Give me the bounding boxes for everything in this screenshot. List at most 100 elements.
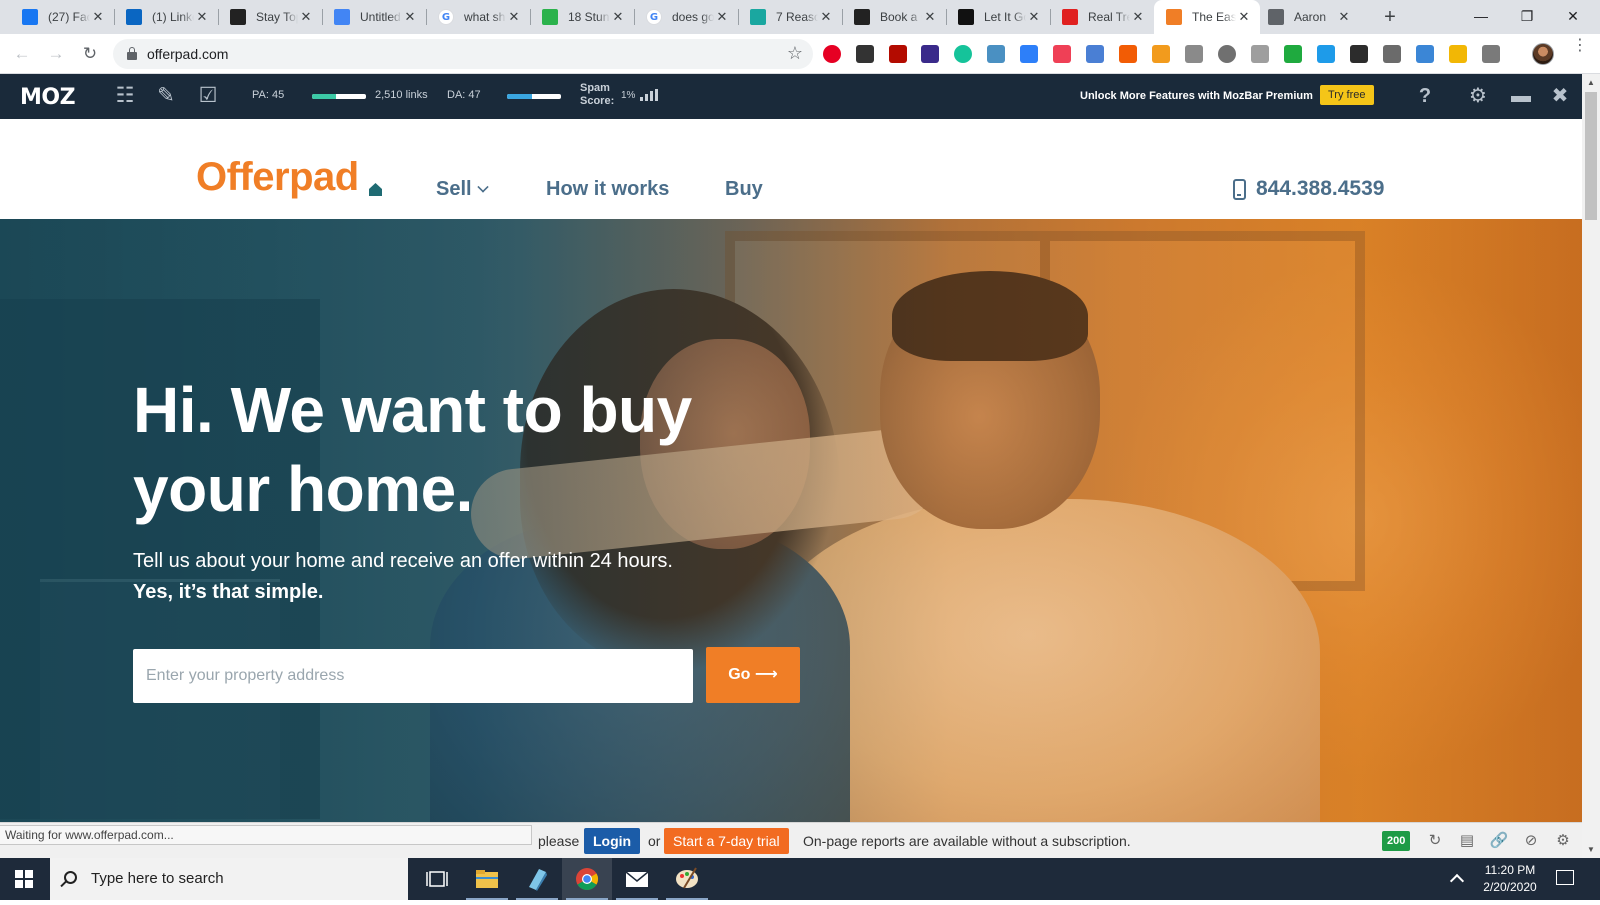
face-icon[interactable]	[1383, 45, 1401, 63]
pocket-icon[interactable]	[1053, 45, 1071, 63]
page-report-icon[interactable]: ▤	[1457, 831, 1477, 851]
crest-icon[interactable]	[1350, 45, 1368, 63]
http-status-badge[interactable]: 200	[1382, 831, 1411, 851]
m-icon[interactable]	[1317, 45, 1335, 63]
browser-tab[interactable]: Stay Top of Mind✕	[218, 0, 322, 34]
url-text[interactable]: offerpad.com	[147, 46, 228, 62]
phone-number[interactable]: 844.388.4539	[1256, 177, 1384, 201]
reload-icon[interactable]: ↻	[78, 42, 102, 66]
tab-close-icon[interactable]: ✕	[1336, 9, 1352, 25]
task-view-icon[interactable]	[412, 858, 462, 900]
browser-menu-icon[interactable]: ⋮	[1572, 38, 1588, 54]
maximize-button[interactable]: ❐	[1504, 0, 1550, 34]
notes-app-icon[interactable]	[512, 858, 562, 900]
nav-sell[interactable]: Sell	[436, 178, 489, 201]
go-button[interactable]: Go ⟶	[706, 647, 800, 703]
try-free-button[interactable]: Try free	[1320, 85, 1374, 105]
property-address-input[interactable]	[133, 649, 693, 703]
scroll-thumb[interactable]	[1585, 92, 1597, 220]
browser-tab[interactable]: Gwhat should✕	[426, 0, 530, 34]
da-metric: DA: 47	[447, 89, 481, 101]
bookmark-star-icon[interactable]: ☆	[787, 43, 803, 64]
help-icon[interactable]: ?	[1412, 83, 1438, 109]
tab-close-icon[interactable]: ✕	[1026, 9, 1042, 25]
grid-icon[interactable]	[1416, 45, 1434, 63]
taskbar-search-box[interactable]: Type here to search	[50, 858, 408, 900]
browser-tab[interactable]: Untitled document✕	[322, 0, 426, 34]
keyword-icon[interactable]: ☑	[194, 82, 222, 110]
browser-tab[interactable]: 7 Reasons✕	[738, 0, 842, 34]
tray-overflow-chevron-icon[interactable]	[1449, 873, 1465, 889]
tab-close-icon[interactable]: ✕	[610, 9, 626, 25]
page-analysis-icon[interactable]: ☷	[111, 82, 139, 110]
tab-close-icon[interactable]: ✕	[818, 9, 834, 25]
browser-tab[interactable]: Gdoes google✕	[634, 0, 738, 34]
browser-tab[interactable]: (27) Facebook✕	[10, 0, 114, 34]
pinterest-icon[interactable]	[823, 45, 841, 63]
d-icon[interactable]	[1251, 45, 1269, 63]
scroll-down-arrow-icon[interactable]: ▼	[1582, 841, 1600, 858]
moz-logo[interactable]: MOZ	[20, 85, 76, 110]
tab-close-icon[interactable]: ✕	[298, 9, 314, 25]
offerpad-logo[interactable]: Offerpad	[196, 157, 359, 197]
start-trial-button[interactable]: Start a 7-day trial	[664, 828, 789, 854]
page-scrollbar[interactable]: ▲ ▼	[1582, 74, 1600, 858]
profile-avatar[interactable]	[1532, 43, 1554, 65]
tab-close-icon[interactable]: ✕	[506, 9, 522, 25]
browser-tab[interactable]: Book a Call✕	[842, 0, 946, 34]
tab-close-icon[interactable]: ✕	[1236, 9, 1252, 25]
link-icon[interactable]: 🔗	[1489, 831, 1509, 851]
spy-glasses-icon[interactable]	[856, 45, 874, 63]
notification-center-icon[interactable]	[1556, 870, 1574, 885]
links-metric[interactable]: 2,510 links	[375, 89, 428, 101]
forward-icon[interactable]: →	[44, 42, 68, 66]
stack-icon[interactable]	[1152, 45, 1170, 63]
flag-icon[interactable]	[1284, 45, 1302, 63]
browser-tab[interactable]: Real Trends✕	[1050, 0, 1154, 34]
windows-start-icon[interactable]	[15, 870, 33, 888]
play-icon[interactable]	[1482, 45, 1500, 63]
doc-icon[interactable]	[1185, 45, 1203, 63]
browser-tab[interactable]: Aaron ✕	[1256, 0, 1360, 34]
collapse-bar-icon[interactable]: ▬	[1508, 83, 1534, 109]
paint-app-icon[interactable]	[662, 858, 712, 900]
tab-close-icon[interactable]: ✕	[922, 9, 938, 25]
tab-close-icon[interactable]: ✕	[194, 9, 210, 25]
settings-gear-icon[interactable]: ⚙	[1465, 83, 1491, 109]
chrome-icon[interactable]	[562, 858, 612, 900]
browser-tab[interactable]: (1) LinkedIn✕	[114, 0, 218, 34]
pdf-icon[interactable]	[889, 45, 907, 63]
file-explorer-icon[interactable]	[462, 858, 512, 900]
nav-buy[interactable]: Buy	[725, 178, 763, 201]
code-icon[interactable]	[1086, 45, 1104, 63]
close-window-button[interactable]: ✕	[1550, 0, 1596, 34]
note-icon[interactable]	[1449, 45, 1467, 63]
close-mozbar-icon[interactable]: ✖	[1547, 83, 1573, 109]
browser-tab[interactable]: The Easiest✕	[1154, 0, 1260, 34]
tab-close-icon[interactable]: ✕	[714, 9, 730, 25]
login-button[interactable]: Login	[584, 828, 641, 854]
calendar-icon[interactable]	[1020, 45, 1038, 63]
mail-icon[interactable]	[612, 858, 662, 900]
back-icon[interactable]: ←	[10, 42, 34, 66]
redirect-icon[interactable]: ↻	[1425, 831, 1445, 851]
tab-close-icon[interactable]: ✕	[402, 9, 418, 25]
highlight-pencil-icon[interactable]: ✎	[152, 82, 180, 110]
new-tab-button[interactable]: +	[1378, 6, 1402, 28]
circle-icon[interactable]	[1218, 45, 1236, 63]
taskbar-clock[interactable]: 11:20 PM 2/20/2020	[1474, 862, 1546, 896]
no-follow-icon[interactable]: ⊘	[1521, 831, 1541, 851]
browser-tab[interactable]: Let It Go ✕	[946, 0, 1050, 34]
minimize-button[interactable]: —	[1458, 0, 1504, 34]
scroll-up-arrow-icon[interactable]: ▲	[1582, 74, 1600, 91]
address-bar[interactable]: offerpad.com ☆	[113, 39, 813, 69]
nav-how-it-works[interactable]: How it works	[546, 178, 669, 201]
footer-settings-icon[interactable]: ⚙	[1553, 831, 1573, 851]
browser-tab[interactable]: 18 Stunning✕	[530, 0, 634, 34]
tab-close-icon[interactable]: ✕	[1130, 9, 1146, 25]
eye-icon[interactable]	[987, 45, 1005, 63]
bolt-icon[interactable]	[1119, 45, 1137, 63]
grammarly-icon[interactable]	[954, 45, 972, 63]
tab-close-icon[interactable]: ✕	[90, 9, 106, 25]
logo-w-icon[interactable]	[921, 45, 939, 63]
